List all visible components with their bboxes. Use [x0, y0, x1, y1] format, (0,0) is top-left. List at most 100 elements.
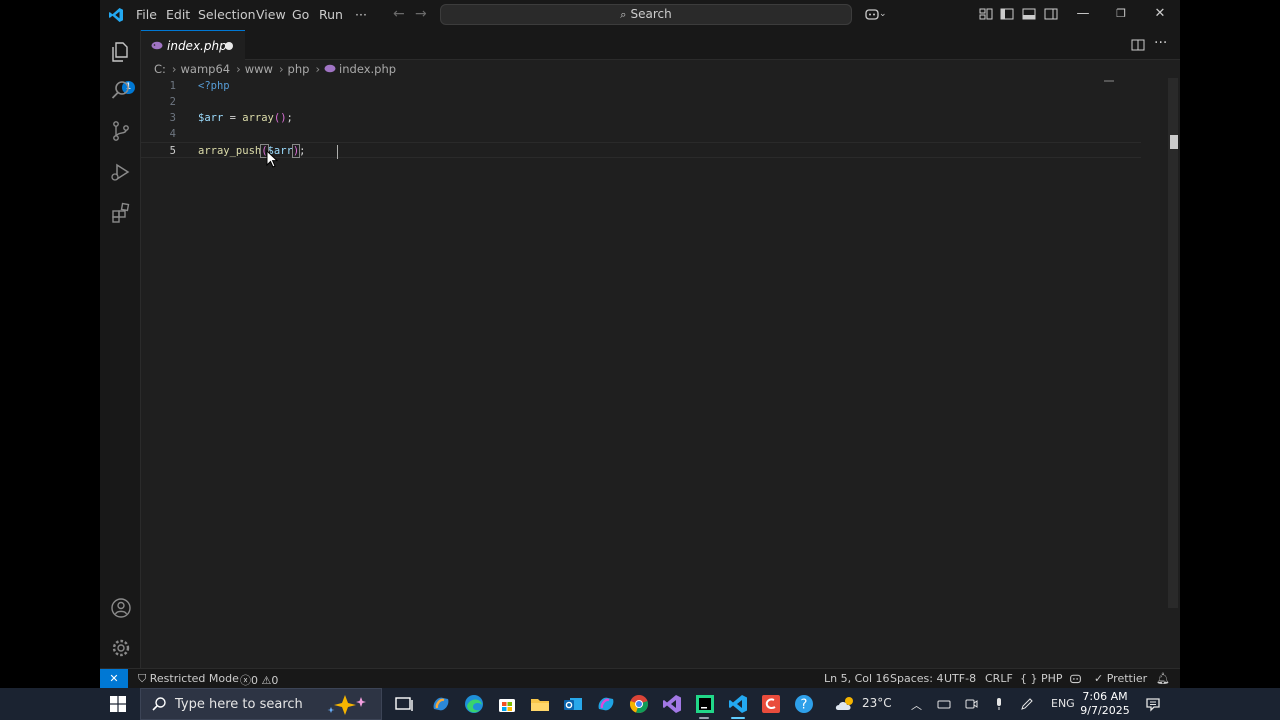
indentation-status[interactable]: Spaces: 4 [890, 672, 943, 685]
copilot-app-icon[interactable] [430, 693, 452, 715]
copilot-chevron-down-icon[interactable]: ⌄ [879, 9, 887, 19]
source-control-icon[interactable] [109, 119, 133, 143]
code-editor[interactable]: 1 <?php 2 3 $arr = array(); 4 5 array_pu… [141, 78, 1180, 668]
toggle-panel-icon[interactable] [1021, 6, 1037, 22]
cursor-position-status[interactable]: Ln 5, Col 16 [824, 672, 890, 685]
red-app-icon[interactable] [760, 693, 782, 715]
copilot-status-icon[interactable] [1069, 672, 1082, 685]
explorer-icon[interactable] [109, 40, 133, 64]
line-number: 4 [169, 128, 176, 140]
menu-edit[interactable]: Edit [166, 7, 190, 22]
breadcrumb: C: › wamp64 › www › php › index.php [154, 62, 398, 76]
code-text: $arr = array(); [198, 110, 293, 126]
menu-run[interactable]: Run [319, 7, 343, 22]
close-button[interactable]: ✕ [1150, 4, 1170, 24]
language-label: PHP [1041, 672, 1063, 685]
unsaved-dot-icon[interactable] [225, 42, 233, 50]
search-icon[interactable] [109, 78, 133, 102]
run-debug-icon[interactable] [109, 160, 133, 184]
php-file-icon [151, 41, 163, 50]
edge-browser-icon[interactable] [463, 693, 485, 715]
show-hidden-icons-chevron-up-icon[interactable]: ︿ [911, 697, 922, 713]
split-editor-icon[interactable] [1131, 38, 1145, 52]
chevron-right-icon: › [315, 62, 321, 76]
file-explorer-icon[interactable] [529, 693, 551, 715]
outlook-icon[interactable] [562, 693, 584, 715]
line-number: 2 [169, 96, 176, 108]
token-variable: $arr [198, 112, 224, 124]
toggle-primary-sidebar-icon[interactable] [999, 6, 1015, 22]
back-arrow-icon[interactable]: ← [393, 6, 405, 22]
notifications-bell-icon[interactable]: 🔔︎ [1156, 672, 1170, 685]
error-count: 0 [251, 674, 258, 687]
minimap-slider[interactable] [1104, 80, 1114, 82]
line-number: 3 [169, 112, 176, 124]
menu-more[interactable]: ··· [355, 7, 367, 22]
restore-button[interactable]: ❐ [1111, 4, 1131, 24]
command-center-search[interactable]: ⌕ Search [440, 4, 852, 25]
prettier-status[interactable]: ✓ Prettier [1094, 672, 1147, 685]
microphone-icon[interactable] [992, 697, 1006, 711]
desktop-background [1180, 0, 1280, 688]
notification-center-icon[interactable] [1145, 696, 1161, 712]
line-number: 5 [169, 145, 176, 157]
problems-status[interactable]: ⓧ0 ⚠0 [240, 672, 278, 688]
chevron-right-icon: › [236, 62, 241, 76]
input-language[interactable]: ENG [1051, 697, 1075, 710]
shield-icon: ⛉ [138, 672, 150, 685]
token-function: array_push [198, 145, 262, 157]
eol-status[interactable]: CRLF [985, 672, 1013, 685]
toggle-secondary-sidebar-icon[interactable] [1043, 6, 1059, 22]
language-status[interactable]: { } PHP [1020, 672, 1063, 685]
breadcrumb-item[interactable]: wamp64 [181, 62, 231, 76]
token-semicolon: ; [299, 145, 306, 157]
tray-app-icon[interactable] [937, 697, 951, 711]
tab-index-php[interactable]: index.php [141, 30, 245, 60]
extensions-icon[interactable] [109, 201, 133, 225]
clock-date: 9/7/2025 [1080, 704, 1130, 717]
visual-studio-icon[interactable] [661, 693, 683, 715]
windows-start-icon[interactable] [110, 696, 126, 712]
minimize-button[interactable]: — [1073, 4, 1093, 24]
menu-file[interactable]: File [136, 7, 157, 22]
vscode-taskbar-icon[interactable] [727, 693, 749, 715]
task-view-icon[interactable] [393, 693, 415, 715]
menu-selection[interactable]: Selection [198, 7, 256, 22]
meet-now-icon[interactable] [964, 697, 978, 711]
customize-layout-icon[interactable] [978, 6, 994, 22]
more-actions-icon[interactable]: ··· [1154, 35, 1167, 51]
taskbar-clock[interactable]: 7:06 AM 9/7/2025 [1080, 690, 1130, 718]
breadcrumb-item[interactable]: www [245, 62, 273, 76]
weather-cloud-icon[interactable] [833, 693, 859, 715]
editor-scrollbar[interactable] [1168, 78, 1178, 608]
help-app-icon[interactable]: ? [793, 693, 815, 715]
forward-arrow-icon[interactable]: → [415, 6, 427, 22]
manage-gear-icon[interactable] [109, 636, 133, 660]
code-text: <?php [198, 80, 230, 92]
line-number: 1 [169, 80, 176, 92]
prettier-label: Prettier [1106, 672, 1148, 685]
microsoft-365-icon[interactable] [595, 693, 617, 715]
php-file-icon [324, 64, 336, 73]
breadcrumb-item[interactable]: C: [154, 62, 166, 76]
code-line: 4 [141, 126, 1141, 142]
microsoft-store-icon[interactable] [496, 693, 518, 715]
activity-bar: 1 [100, 30, 141, 668]
pycharm-icon[interactable] [694, 693, 716, 715]
breadcrumb-item[interactable]: index.php [339, 62, 396, 76]
token-function: array [242, 112, 274, 124]
chrome-browser-icon[interactable] [628, 693, 650, 715]
copilot-icon[interactable] [864, 6, 880, 22]
restricted-mode-status[interactable]: ⛉ Restricted Mode [138, 672, 239, 686]
encoding-status[interactable]: UTF-8 [944, 672, 976, 685]
menu-view[interactable]: View [256, 7, 286, 22]
warning-icon: ⚠ [261, 674, 272, 687]
taskbar-search-box[interactable]: Type here to search [140, 688, 382, 720]
breadcrumb-item[interactable]: php [288, 62, 310, 76]
pen-workspace-icon[interactable] [1020, 697, 1034, 711]
vscode-window: File Edit Selection View Go Run ··· ← → … [100, 0, 1180, 688]
menu-go[interactable]: Go [292, 7, 309, 22]
accounts-icon[interactable] [109, 596, 133, 620]
weather-temperature[interactable]: 23°C [862, 696, 892, 710]
remote-indicator[interactable]: ✕ [100, 669, 128, 688]
